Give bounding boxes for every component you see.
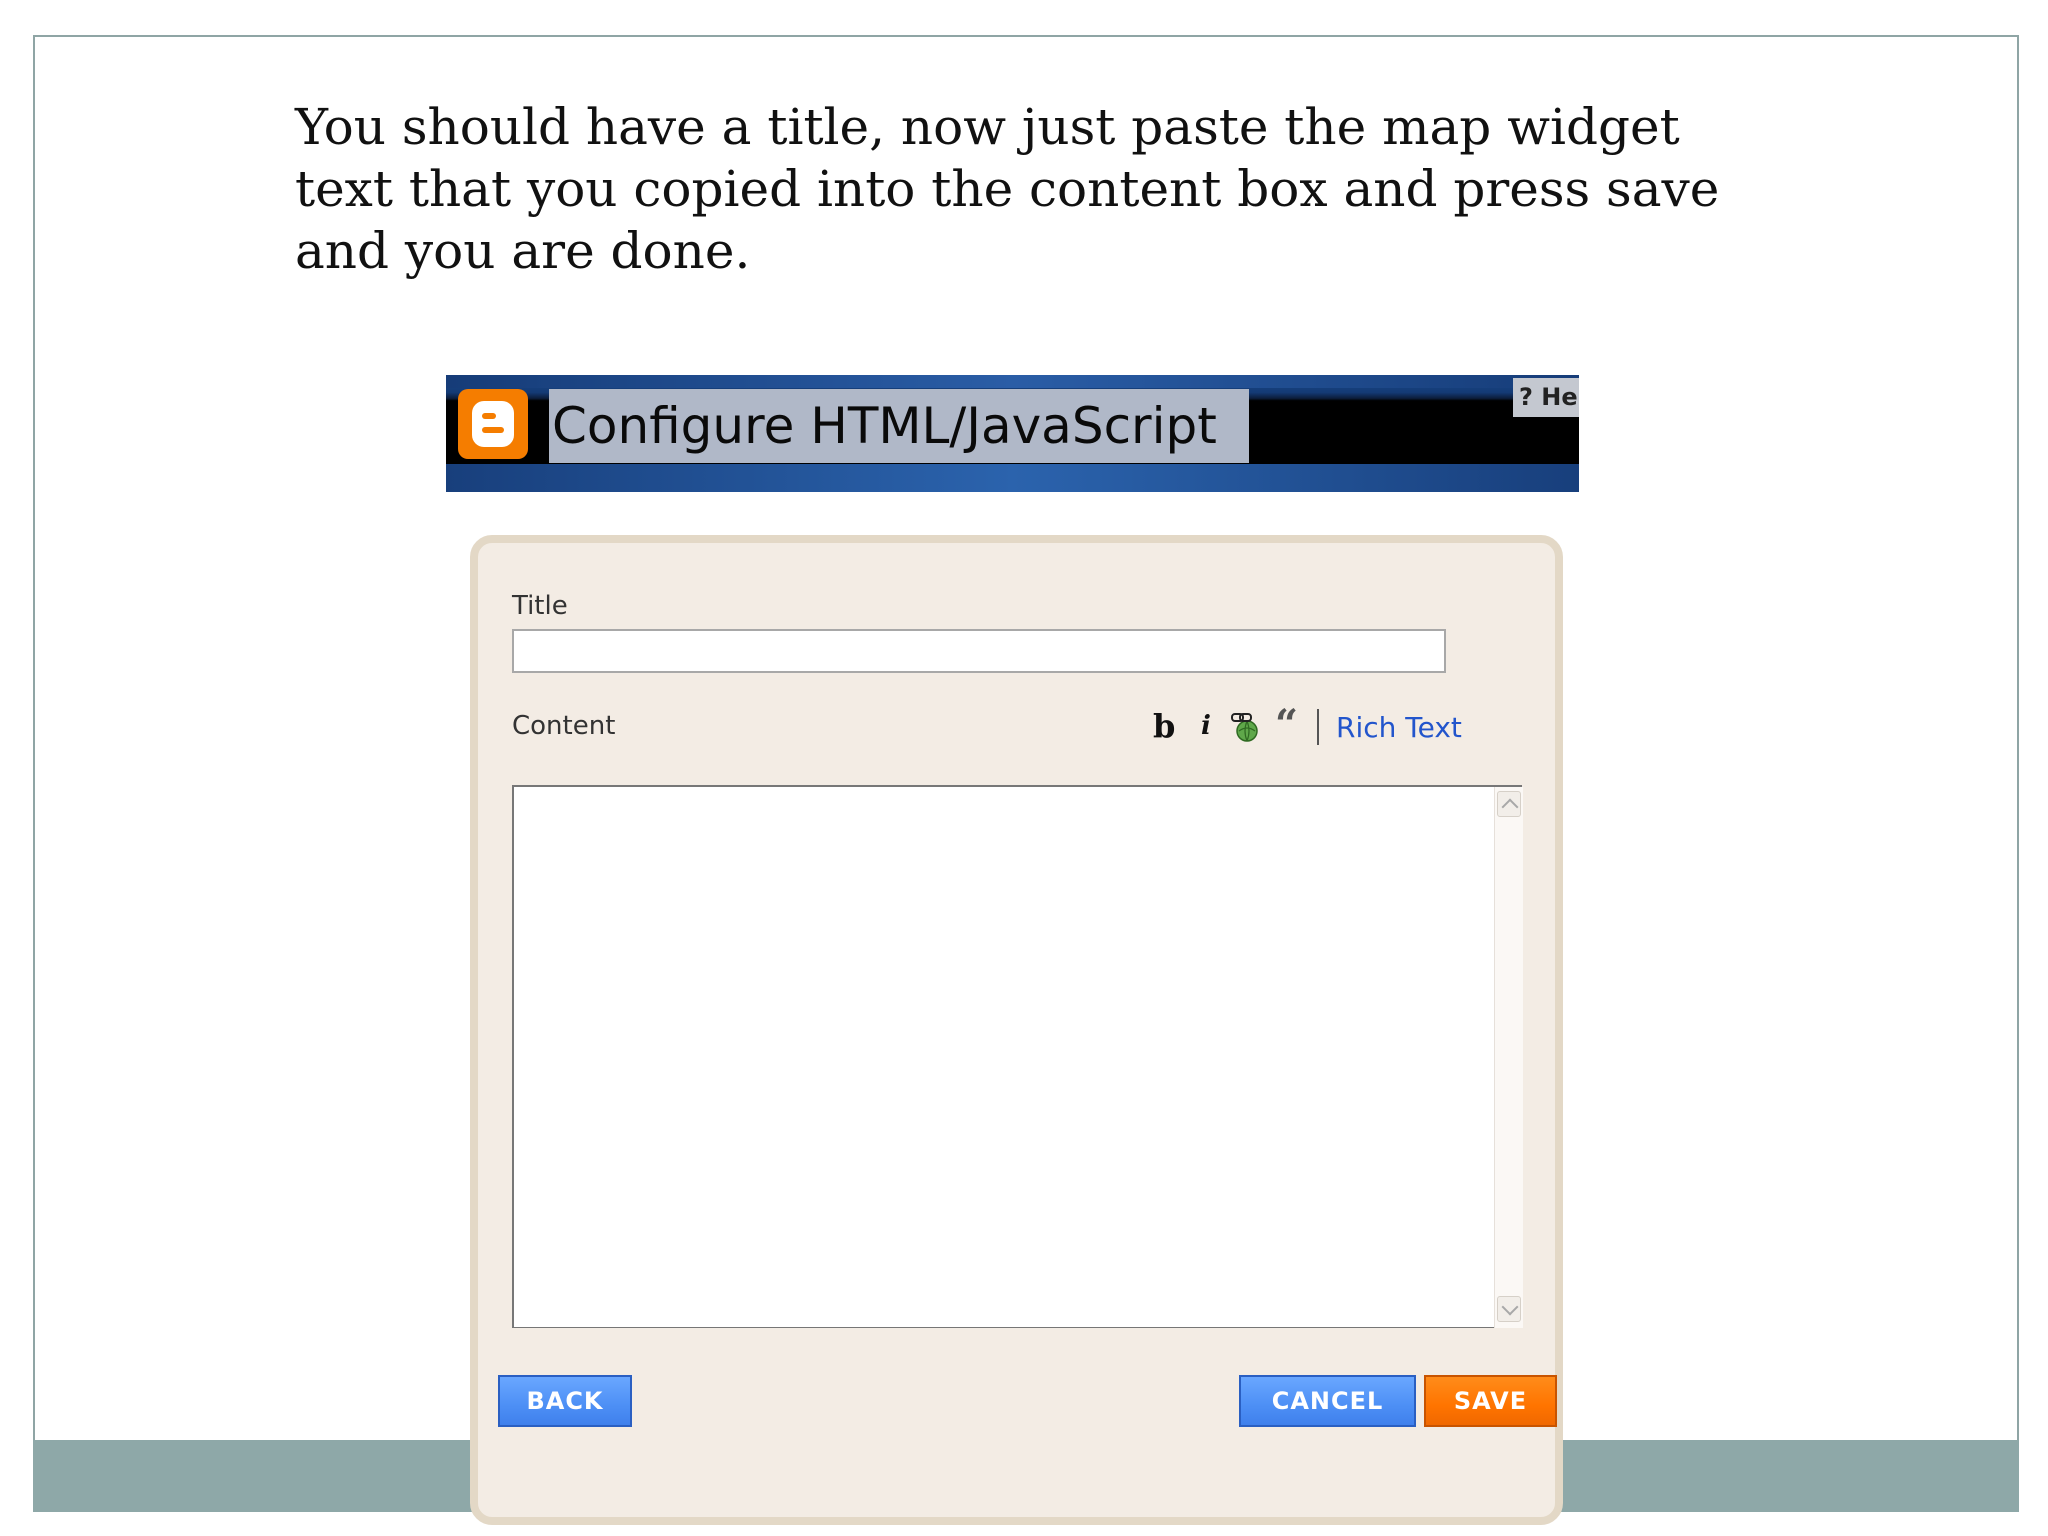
title-input[interactable] [512, 629, 1446, 673]
scroll-down-button[interactable] [1497, 1296, 1521, 1322]
link-globe-icon-svg [1231, 713, 1258, 742]
scroll-up-button[interactable] [1497, 791, 1521, 817]
content-label: Content [512, 711, 616, 741]
dialog-title: Configure HTML/JavaScript [552, 397, 1217, 455]
form-panel: Title Content b i “ Rich Text BACK CANCE… [470, 535, 1563, 1525]
content-toolbar: b i “ Rich Text [1153, 705, 1533, 749]
blogger-logo-icon [458, 389, 528, 459]
slide-instruction-text: You should have a title, now just paste … [295, 98, 1720, 280]
header-top-strip [446, 375, 1579, 388]
bold-button[interactable]: b [1153, 707, 1175, 745]
chevron-up-icon [1501, 798, 1519, 816]
help-label: ? Hel [1519, 383, 1579, 411]
cancel-button[interactable]: CANCEL [1239, 1375, 1416, 1427]
header-bottom-strip [446, 464, 1579, 492]
blogger-logo-line [482, 427, 504, 433]
content-scrollbar[interactable] [1494, 787, 1523, 1328]
dialog-header: Configure HTML/JavaScript ? Hel [446, 375, 1579, 492]
content-textarea[interactable] [512, 785, 1522, 1328]
back-button[interactable]: BACK [498, 1375, 632, 1427]
italic-button[interactable]: i [1201, 711, 1211, 741]
blogger-configure-dialog: Configure HTML/JavaScript ? Hel Title Co… [446, 375, 1579, 1525]
link-globe-icon[interactable] [1229, 711, 1261, 743]
blogger-logo-line [482, 413, 496, 419]
title-label: Title [512, 591, 568, 621]
help-link[interactable]: ? Hel [1513, 378, 1579, 417]
toolbar-separator [1317, 709, 1319, 745]
blockquote-button[interactable]: “ [1275, 705, 1298, 745]
rich-text-link[interactable]: Rich Text [1336, 711, 1462, 744]
blogger-logo-inner [472, 401, 514, 447]
chevron-down-icon [1501, 1298, 1519, 1316]
save-button[interactable]: SAVE [1424, 1375, 1557, 1427]
